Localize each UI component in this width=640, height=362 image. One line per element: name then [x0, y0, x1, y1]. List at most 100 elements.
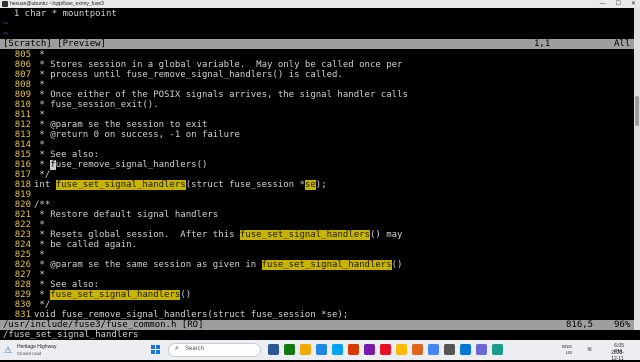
code-text: * @return 0 on success, -1 on failure [34, 130, 240, 140]
code-line[interactable]: 810 * fuse_session_exit(). [0, 100, 159, 110]
code-line[interactable]: 829 * fuse_set_signal_handlers() [0, 290, 191, 300]
taskbar-app-icon[interactable] [364, 344, 375, 355]
taskbar-app-icon[interactable] [396, 344, 407, 355]
code-text: () may [369, 230, 403, 240]
code-line[interactable]: 828 * See also: [0, 280, 99, 290]
code-line[interactable]: 807 * process until fuse_remove_signal_h… [0, 70, 343, 80]
taskbar-app-icon[interactable] [268, 344, 279, 355]
code-text: () [391, 260, 403, 270]
code-text: * [34, 220, 45, 230]
scroll-indicator: 96% [614, 320, 631, 330]
code-text: ); [315, 180, 327, 190]
search-match-highlight: fuse_set_signal_handlers [261, 260, 392, 270]
taskbar: ⚠ Heritage Highway Closed road ⌕ Search … [0, 340, 640, 362]
code-line[interactable]: 809 * Once either of the POSIX signals a… [0, 90, 408, 100]
code-text: use_remove_signal_handlers() [55, 160, 208, 170]
window-title-bar: hexuan@ubuntu: ~/cpp/fuse_ex/my_fuse3 — … [0, 0, 640, 8]
code-text: * See also: [34, 150, 100, 160]
line-number: 806 [14, 60, 31, 70]
line-number: 808 [14, 80, 31, 90]
code-line[interactable]: 827 * [0, 270, 45, 280]
wifi-icon[interactable]: ≋ [587, 346, 592, 353]
code-text: * [34, 140, 45, 150]
line-number: 822 [14, 220, 31, 230]
line-number: 814 [14, 140, 31, 150]
code-text: () [180, 290, 192, 300]
line-number: 830 [14, 300, 31, 310]
vertical-scrollbar[interactable] [634, 8, 640, 330]
taskbar-app-icon[interactable] [492, 344, 503, 355]
code-line[interactable]: 826 * @param se the same session as give… [0, 260, 402, 270]
command-line[interactable]: /fuse_set_signal_handlers [0, 330, 640, 340]
code-line[interactable]: 814 * [0, 140, 45, 150]
code-line[interactable]: 816 * fuse_remove_signal_handlers() [0, 160, 207, 170]
status-buffer-name: [Scratch] [Preview] [3, 39, 106, 49]
code-text: */ [34, 170, 51, 180]
code-text: * [34, 290, 51, 300]
code-line[interactable]: 821 * Restore default signal handlers [0, 210, 219, 220]
code-line[interactable]: 806 * Stores session in a global variabl… [0, 60, 403, 70]
code-line[interactable]: 825 * [0, 250, 45, 260]
code-line[interactable]: 820/** [0, 200, 51, 210]
code-line[interactable]: 817 */ [0, 170, 51, 180]
code-line[interactable]: 819 [0, 190, 34, 200]
code-line[interactable]: 812 * @param se the session to exit [0, 120, 208, 130]
close-icon[interactable]: ✕ [631, 0, 636, 8]
line-number: 831 [14, 310, 31, 320]
taskbar-app-icon[interactable] [316, 344, 327, 355]
taskbar-app-icon[interactable] [444, 344, 455, 355]
taskbar-app-icon[interactable] [412, 344, 423, 355]
start-button[interactable] [151, 345, 161, 355]
code-text: */ [34, 300, 51, 310]
code-line[interactable]: 824 * be called again. [0, 240, 137, 250]
line-number: 821 [14, 210, 31, 220]
code-text: (struct fuse_session * [185, 180, 305, 190]
language-indicator[interactable]: ENG [562, 344, 572, 349]
line-number: 824 [14, 240, 31, 250]
code-line[interactable]: 805 * [0, 50, 45, 60]
taskbar-app-icon[interactable] [348, 344, 359, 355]
taskbar-app-icon[interactable] [476, 344, 487, 355]
code-line[interactable]: 818 int fuse_set_signal_handlers(struct f… [0, 180, 327, 190]
code-text: void fuse_remove_signal_handlers(struct … [34, 310, 349, 320]
code-editor-pane[interactable]: 805 * 806 * Stores session in a global va… [0, 49, 634, 320]
code-text: * [34, 250, 45, 260]
bottom-status-line: /usr/include/fuse3/fuse_common.h [RO] 81… [0, 320, 634, 330]
line-number: 811 [14, 110, 31, 120]
code-line[interactable]: 813 * @return 0 on success, -1 on failur… [0, 130, 240, 140]
scrollbar-thumb[interactable] [635, 96, 639, 126]
code-line[interactable]: 808 * [0, 80, 45, 90]
empty-line-marker: ~ [3, 19, 9, 29]
keyboard-layout[interactable]: US [566, 350, 572, 355]
scratch-pane[interactable]: 1 char * mountpoint ~ ~ [0, 8, 634, 39]
traffic-alert-icon: ⚠ [4, 345, 13, 355]
code-text: * See also: [34, 280, 100, 290]
line-number: 829 [14, 290, 31, 300]
line-number: 828 [14, 280, 31, 290]
taskbar-search[interactable]: ⌕ Search [168, 343, 261, 357]
code-line[interactable]: 831 void fuse_remove_signal_handlers(stru… [0, 310, 349, 320]
minimize-icon[interactable]: — [600, 0, 606, 8]
code-line[interactable]: 811 * [0, 110, 45, 120]
taskbar-app-icon[interactable] [460, 344, 471, 355]
code-line[interactable]: 822 * [0, 220, 45, 230]
taskbar-app-icon[interactable] [380, 344, 391, 355]
taskbar-app-icon[interactable] [428, 344, 439, 355]
line-number: 827 [14, 270, 31, 280]
taskbar-app-icon[interactable] [332, 344, 343, 355]
clock-date[interactable]: 2023-12-11 [611, 350, 624, 362]
code-line[interactable]: 830 */ [0, 300, 51, 310]
line-number: 823 [14, 230, 31, 240]
code-line[interactable]: 815 * See also: [0, 150, 99, 160]
weather-widget[interactable]: ⚠ Heritage Highway Closed road [4, 342, 64, 358]
taskbar-app-icon[interactable] [284, 344, 295, 355]
line-number: 826 [14, 260, 31, 270]
taskbar-app-icon[interactable] [300, 344, 311, 355]
line-number: 807 [14, 70, 31, 80]
cursor-position: 816,5 [566, 320, 594, 330]
line-number: 816 [14, 160, 31, 170]
maximize-icon[interactable]: ☐ [616, 0, 621, 8]
code-text: * @param se the session to exit [34, 120, 208, 130]
code-text: * [34, 160, 51, 170]
code-line[interactable]: 823 * Resets global session. After this … [0, 230, 402, 240]
